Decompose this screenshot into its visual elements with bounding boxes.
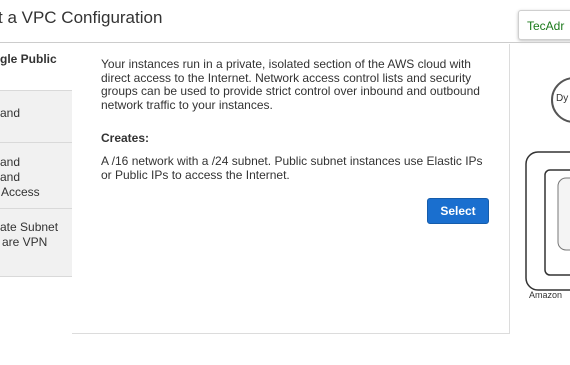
tab-label: and xyxy=(0,106,21,120)
creates-description: A /16 network with a /24 subnet. Public … xyxy=(101,154,483,182)
dynamodb-label: Dy xyxy=(556,93,569,104)
tab-single-public-subnet[interactable]: gle Public xyxy=(0,44,72,91)
watermark-badge: TecAdr xyxy=(518,10,570,40)
tab-label: are VPN xyxy=(2,235,48,249)
configuration-description: Your instances run in a private, isolate… xyxy=(101,57,480,112)
tab-label: Access xyxy=(1,185,40,199)
tab-public-and-private-subnets[interactable]: and xyxy=(0,91,72,143)
creates-heading: Creates: xyxy=(101,131,150,145)
select-button[interactable]: Select xyxy=(427,198,489,224)
tab-public-private-hardware-vpn[interactable]: and and Access xyxy=(0,143,72,209)
instance-shape xyxy=(557,177,570,251)
tab-label: and xyxy=(0,155,21,169)
tab-label: ate Subnet xyxy=(0,220,59,234)
vpc-wizard-page: t a VPC Configuration TecAdr gle Public … xyxy=(0,0,570,365)
vpc-diagram: Dy Amazon xyxy=(520,60,570,310)
header-divider xyxy=(0,42,570,43)
tab-label: and xyxy=(0,170,21,184)
configuration-tabs: gle Public and and and Access ate Subnet… xyxy=(0,44,72,277)
page-title: t a VPC Configuration xyxy=(0,8,163,27)
tab-label: gle Public xyxy=(0,52,57,66)
tab-private-subnet-hardware-vpn[interactable]: ate Subnet are VPN xyxy=(0,209,72,277)
amazon-vpc-label: Amazon xyxy=(529,290,563,300)
configuration-details-panel: Your instances run in a private, isolate… xyxy=(72,44,510,334)
